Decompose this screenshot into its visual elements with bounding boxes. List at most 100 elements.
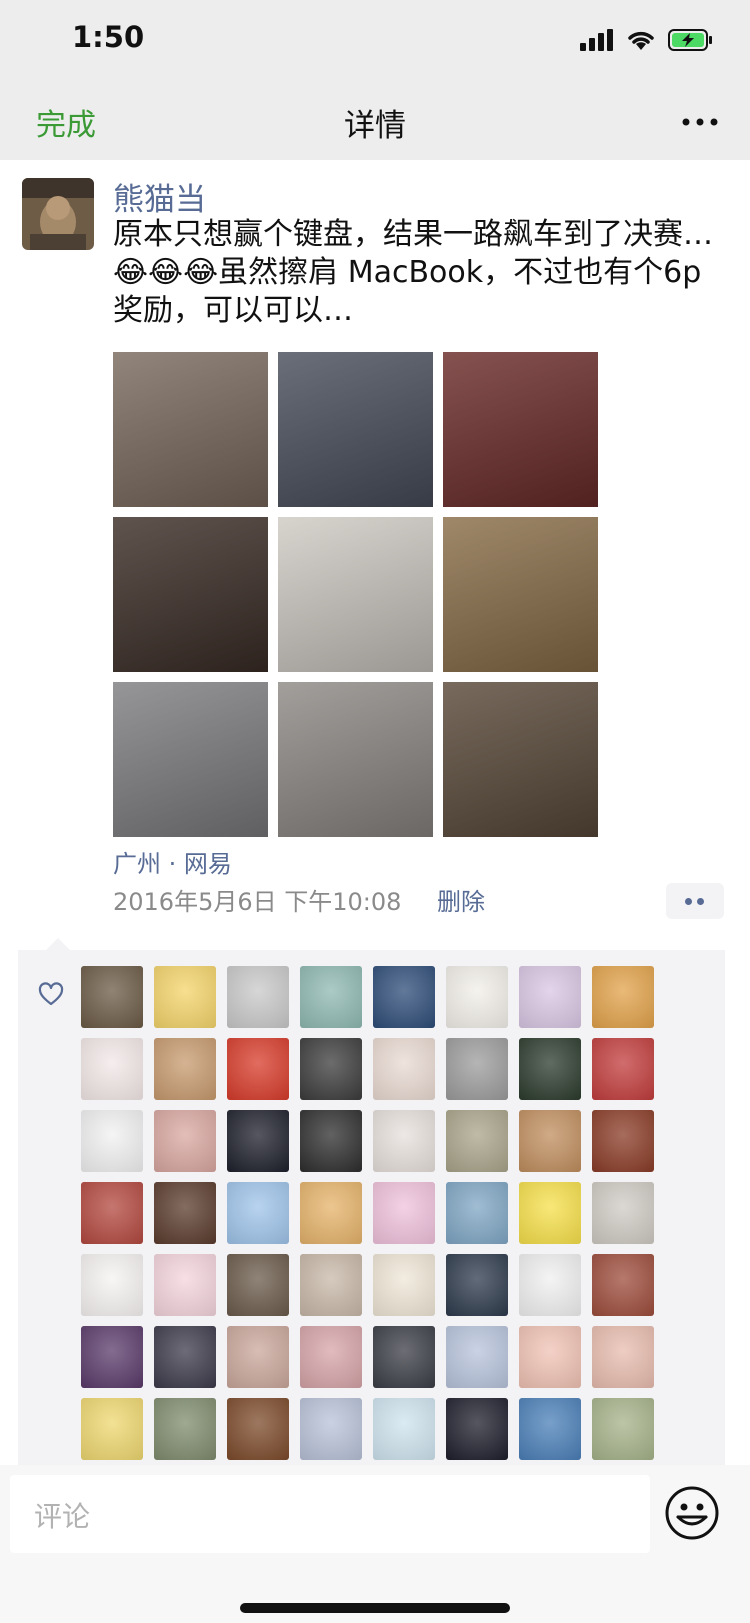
hall-photo[interactable] xyxy=(113,517,268,672)
liker-avatar[interactable] xyxy=(154,1182,216,1244)
post-location[interactable]: 广州 · 网易 xyxy=(113,844,232,879)
liker-avatar[interactable] xyxy=(373,1398,435,1460)
avatar-shade xyxy=(519,1110,581,1172)
stage-photo[interactable] xyxy=(278,352,433,507)
liker-avatar[interactable] xyxy=(154,1254,216,1316)
moment-post: 熊猫当 原本只想赢个键盘，结果一路飙车到了决赛…😂😂😂虽然擦肩 MacBook，… xyxy=(0,160,750,1465)
plush-toy-photo[interactable] xyxy=(443,682,598,837)
photo-shade xyxy=(113,682,268,837)
avatar-shade xyxy=(592,1398,654,1460)
avatar-shade xyxy=(227,1182,289,1244)
medal-photo[interactable] xyxy=(113,682,268,837)
liker-avatar[interactable] xyxy=(300,1254,362,1316)
sand-writing-photo[interactable] xyxy=(278,517,433,672)
auditorium-photo[interactable] xyxy=(443,352,598,507)
avatar-shade xyxy=(519,966,581,1028)
liker-avatar[interactable] xyxy=(519,1254,581,1316)
avatar-shade xyxy=(81,1110,143,1172)
photo-shade xyxy=(113,517,268,672)
avatar-shade xyxy=(227,1110,289,1172)
avatar-shade xyxy=(519,1182,581,1244)
liker-avatar[interactable] xyxy=(154,966,216,1028)
author-avatar[interactable] xyxy=(22,178,94,250)
liker-avatar[interactable] xyxy=(227,1326,289,1388)
liker-avatar[interactable] xyxy=(519,1110,581,1172)
delete-button[interactable]: 删除 xyxy=(437,882,485,917)
liker-avatar[interactable] xyxy=(81,1038,143,1100)
liker-avatar[interactable] xyxy=(300,966,362,1028)
post-text: 原本只想赢个键盘，结果一路飙车到了决赛…😂😂😂虽然擦肩 MacBook，不过也有… xyxy=(113,217,713,328)
liker-avatar[interactable] xyxy=(519,1038,581,1100)
liker-avatar[interactable] xyxy=(300,1326,362,1388)
more-options-icon[interactable] xyxy=(678,108,722,136)
photo-shade xyxy=(278,682,433,837)
more-dot-icon xyxy=(697,898,704,905)
liker-avatar[interactable] xyxy=(446,966,508,1028)
liker-avatar[interactable] xyxy=(592,1182,654,1244)
liker-avatar[interactable] xyxy=(300,1398,362,1460)
liker-avatar[interactable] xyxy=(519,1398,581,1460)
avatar-shade xyxy=(519,1326,581,1388)
avatar-shade xyxy=(373,1038,435,1100)
avatar-shade xyxy=(227,1398,289,1460)
liker-avatar[interactable] xyxy=(373,1182,435,1244)
liker-avatar[interactable] xyxy=(446,1254,508,1316)
avatar-shade xyxy=(154,1398,216,1460)
liker-avatar[interactable] xyxy=(154,1326,216,1388)
liker-avatar[interactable] xyxy=(227,966,289,1028)
avatar-shade xyxy=(373,1110,435,1172)
more-dot-icon xyxy=(685,898,692,905)
liker-avatar[interactable] xyxy=(373,1254,435,1316)
liker-avatar[interactable] xyxy=(300,1110,362,1172)
liker-avatar[interactable] xyxy=(154,1038,216,1100)
poster-photo[interactable] xyxy=(113,352,268,507)
liker-avatar[interactable] xyxy=(373,1110,435,1172)
liker-avatar[interactable] xyxy=(592,1038,654,1100)
liker-avatar[interactable] xyxy=(519,966,581,1028)
medal-photo[interactable] xyxy=(278,682,433,837)
avatar-shade xyxy=(519,1254,581,1316)
liker-avatar[interactable] xyxy=(154,1398,216,1460)
liker-avatar[interactable] xyxy=(519,1326,581,1388)
liker-avatar[interactable] xyxy=(81,1398,143,1460)
liker-avatar[interactable] xyxy=(227,1038,289,1100)
comment-input[interactable]: 评论 xyxy=(10,1475,650,1553)
liker-avatar[interactable] xyxy=(373,966,435,1028)
liker-avatar[interactable] xyxy=(519,1182,581,1244)
liker-avatar[interactable] xyxy=(227,1110,289,1172)
liker-avatar[interactable] xyxy=(446,1398,508,1460)
liker-avatar[interactable] xyxy=(81,1326,143,1388)
liker-avatar[interactable] xyxy=(300,1182,362,1244)
liker-avatar[interactable] xyxy=(81,1110,143,1172)
liker-avatar[interactable] xyxy=(446,1110,508,1172)
liker-avatar[interactable] xyxy=(373,1326,435,1388)
liker-avatar[interactable] xyxy=(300,1038,362,1100)
liker-avatar[interactable] xyxy=(446,1326,508,1388)
likes-panel xyxy=(18,938,725,1465)
liker-avatar[interactable] xyxy=(592,1398,654,1460)
avatar-shade xyxy=(154,1182,216,1244)
liker-avatar[interactable] xyxy=(81,966,143,1028)
liker-avatar[interactable] xyxy=(446,1038,508,1100)
avatar-shade xyxy=(373,1398,435,1460)
status-icons xyxy=(580,24,714,56)
avatar-shade xyxy=(81,1038,143,1100)
liker-avatar[interactable] xyxy=(592,1326,654,1388)
post-timestamp: 2016年5月6日 下午10:08 xyxy=(113,888,402,916)
avatar-shade xyxy=(446,1182,508,1244)
liker-avatar[interactable] xyxy=(592,1110,654,1172)
snacks-photo[interactable] xyxy=(443,517,598,672)
liker-avatar[interactable] xyxy=(227,1182,289,1244)
liker-avatar[interactable] xyxy=(81,1182,143,1244)
emoji-icon[interactable] xyxy=(664,1485,720,1541)
liker-avatar[interactable] xyxy=(592,966,654,1028)
liker-avatar[interactable] xyxy=(227,1398,289,1460)
liker-avatar[interactable] xyxy=(592,1254,654,1316)
author-name[interactable]: 熊猫当 xyxy=(113,174,206,219)
liker-avatar[interactable] xyxy=(81,1254,143,1316)
liker-avatar[interactable] xyxy=(154,1110,216,1172)
liker-avatar[interactable] xyxy=(446,1182,508,1244)
liker-avatar[interactable] xyxy=(227,1254,289,1316)
liker-avatar[interactable] xyxy=(373,1038,435,1100)
comment-like-button[interactable] xyxy=(666,883,724,919)
